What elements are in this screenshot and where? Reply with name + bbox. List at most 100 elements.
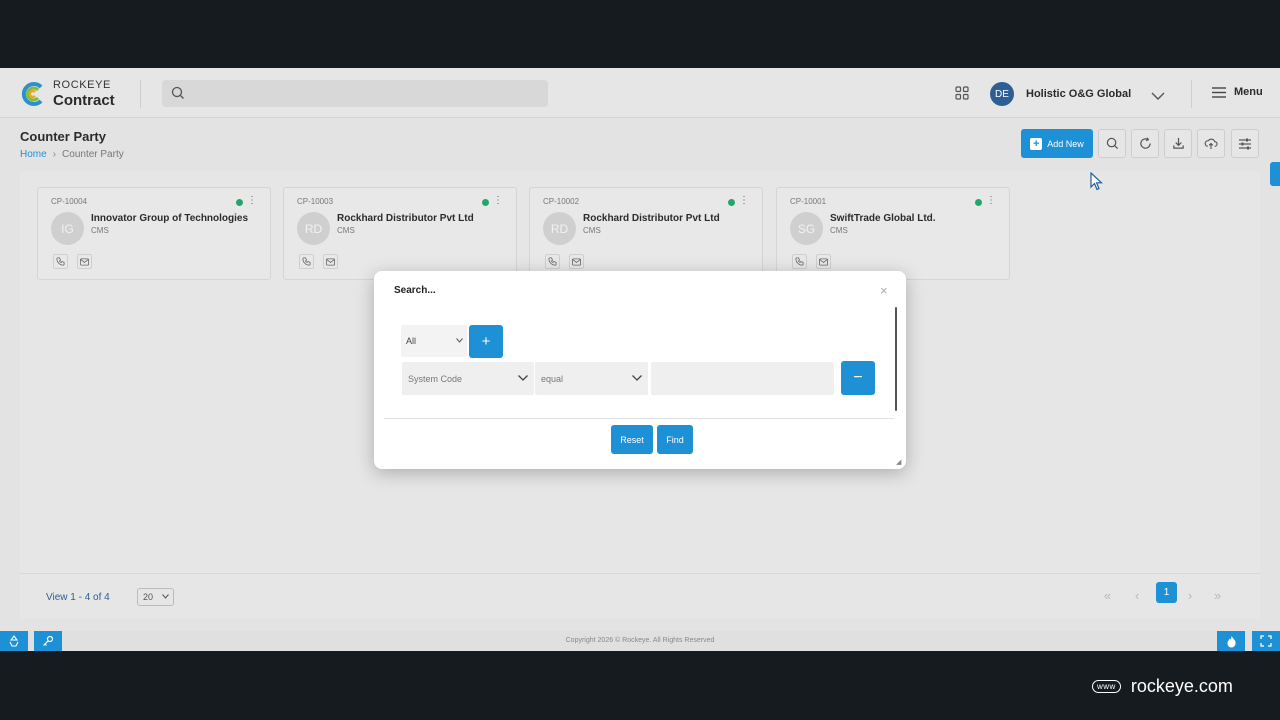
- mail-icon[interactable]: [816, 254, 831, 269]
- chevron-down-icon[interactable]: [1151, 88, 1165, 106]
- chevron-down-icon: [632, 375, 642, 381]
- apps-grid-icon[interactable]: [955, 86, 969, 105]
- counterparty-card[interactable]: CP-10002 ⋮ RD Rockhard Distributor Pvt L…: [529, 187, 763, 280]
- card-code: CP-10002: [543, 197, 580, 206]
- card-type: CMS: [91, 226, 109, 235]
- filter-settings-button[interactable]: [1231, 129, 1259, 158]
- page-size-select[interactable]: 20: [137, 588, 174, 606]
- remove-rule-button[interactable]: −: [841, 361, 875, 395]
- search-icon: [1106, 137, 1118, 150]
- sliders-icon: [1239, 138, 1251, 149]
- field-select-value: System Code: [408, 373, 463, 384]
- more-vertical-icon[interactable]: ⋮: [739, 196, 749, 206]
- brand-logo[interactable]: ROCKEYE Contract: [20, 80, 115, 108]
- view-count: View 1 - 4 of 4: [46, 592, 110, 603]
- user-avatar[interactable]: DE: [990, 82, 1014, 106]
- card-avatar: IG: [51, 212, 84, 245]
- phone-icon[interactable]: [792, 254, 807, 269]
- card-name[interactable]: SwiftTrade Global Ltd.: [830, 213, 936, 224]
- phone-icon[interactable]: [53, 254, 68, 269]
- menu-label: Menu: [1234, 86, 1263, 98]
- field-select[interactable]: System Code: [402, 362, 534, 395]
- dialog-title: Search...: [394, 285, 436, 296]
- card-code: CP-10004: [51, 197, 88, 206]
- add-new-label: Add New: [1047, 138, 1084, 149]
- watermark-url: rockeye.com: [1130, 676, 1233, 696]
- counterparty-card[interactable]: CP-10004 ⋮ IG Innovator Group of Technol…: [37, 187, 271, 280]
- card-name[interactable]: Rockhard Distributor Pvt Ltd: [337, 213, 474, 224]
- counterparty-card[interactable]: CP-10003 ⋮ RD Rockhard Distributor Pvt L…: [283, 187, 517, 280]
- phone-icon[interactable]: [299, 254, 314, 269]
- search-button[interactable]: [1098, 129, 1126, 158]
- global-search-input[interactable]: [162, 80, 548, 107]
- search-icon: [171, 86, 184, 99]
- search-dialog: Search... × All + System Code equal − Re…: [374, 271, 906, 469]
- refresh-button[interactable]: [1131, 129, 1159, 158]
- header-divider: [1191, 80, 1192, 108]
- more-vertical-icon[interactable]: ⋮: [493, 196, 503, 206]
- card-name[interactable]: Rockhard Distributor Pvt Ltd: [583, 213, 720, 224]
- chevron-down-icon: [518, 375, 528, 381]
- status-active-dot: [236, 199, 243, 206]
- page-title: Counter Party: [20, 129, 106, 144]
- hamburger-icon: [1212, 86, 1226, 98]
- mail-icon[interactable]: [77, 254, 92, 269]
- next-page-icon[interactable]: ›: [1188, 588, 1192, 603]
- status-active-dot: [482, 199, 489, 206]
- cloud-upload-icon: [1204, 138, 1218, 150]
- status-active-dot: [728, 199, 735, 206]
- download-icon: [1172, 137, 1184, 149]
- phone-icon[interactable]: [545, 254, 560, 269]
- page-number-button[interactable]: 1: [1156, 582, 1177, 603]
- brand-name-bottom: Contract: [53, 92, 115, 109]
- mouse-cursor-icon: [1090, 171, 1104, 196]
- refresh-icon: [1139, 137, 1151, 149]
- card-code: CP-10003: [297, 197, 334, 206]
- card-avatar: RD: [543, 212, 576, 245]
- side-panel-tab[interactable]: [1270, 162, 1280, 186]
- card-avatar: SG: [790, 212, 823, 245]
- card-type: CMS: [583, 226, 601, 235]
- card-name[interactable]: Innovator Group of Technologies: [91, 213, 248, 224]
- menu-button[interactable]: Menu: [1212, 86, 1263, 98]
- operator-select-value: equal: [541, 373, 564, 384]
- mail-icon[interactable]: [569, 254, 584, 269]
- last-page-icon[interactable]: »: [1214, 588, 1221, 603]
- copyright-text: Copyright 2026 © Rockeye. All Rights Res…: [565, 637, 715, 644]
- plus-icon: +: [1030, 137, 1043, 150]
- app-footer: Copyright 2026 © Rockeye. All Rights Res…: [0, 631, 1280, 651]
- header-divider: [140, 80, 141, 108]
- reset-button[interactable]: Reset: [611, 425, 653, 454]
- rule-value-input[interactable]: [651, 362, 834, 395]
- card-type: CMS: [337, 226, 355, 235]
- fullscreen-icon[interactable]: [1252, 631, 1280, 651]
- chevron-down-icon: [162, 594, 169, 599]
- prev-page-icon[interactable]: ‹: [1135, 588, 1139, 603]
- download-button[interactable]: [1164, 129, 1192, 158]
- operator-select[interactable]: equal: [535, 362, 648, 395]
- add-rule-button[interactable]: +: [469, 325, 503, 358]
- first-page-icon[interactable]: «: [1104, 588, 1111, 603]
- upload-button[interactable]: [1197, 129, 1225, 158]
- fire-icon[interactable]: [1217, 631, 1245, 651]
- organization-name[interactable]: Holistic O&G Global: [1026, 88, 1131, 100]
- counterparty-card[interactable]: CP-10001 ⋮ SG SwiftTrade Global Ltd. CMS: [776, 187, 1010, 280]
- brand-name-top: ROCKEYE: [53, 79, 111, 91]
- card-type: CMS: [830, 226, 848, 235]
- find-button[interactable]: Find: [657, 425, 693, 454]
- resize-handle-icon[interactable]: ◢: [896, 458, 901, 466]
- dialog-scrollbar[interactable]: [895, 307, 897, 411]
- watermark: www rockeye.com: [1092, 676, 1233, 697]
- globe-www-icon: www: [1092, 680, 1121, 693]
- group-logic-select[interactable]: All: [401, 325, 467, 357]
- card-avatar: RD: [297, 212, 330, 245]
- more-vertical-icon[interactable]: ⋮: [247, 196, 257, 206]
- close-icon[interactable]: ×: [880, 284, 888, 297]
- status-active-dot: [975, 199, 982, 206]
- pagination-bar: View 1 - 4 of 4 20 « ‹ 1 › »: [20, 573, 1260, 619]
- add-new-button[interactable]: + Add New: [1021, 129, 1093, 158]
- more-vertical-icon[interactable]: ⋮: [986, 196, 996, 206]
- breadcrumb-home-link[interactable]: Home: [20, 149, 47, 160]
- breadcrumb-chevron-icon: ›: [52, 149, 57, 160]
- mail-icon[interactable]: [323, 254, 338, 269]
